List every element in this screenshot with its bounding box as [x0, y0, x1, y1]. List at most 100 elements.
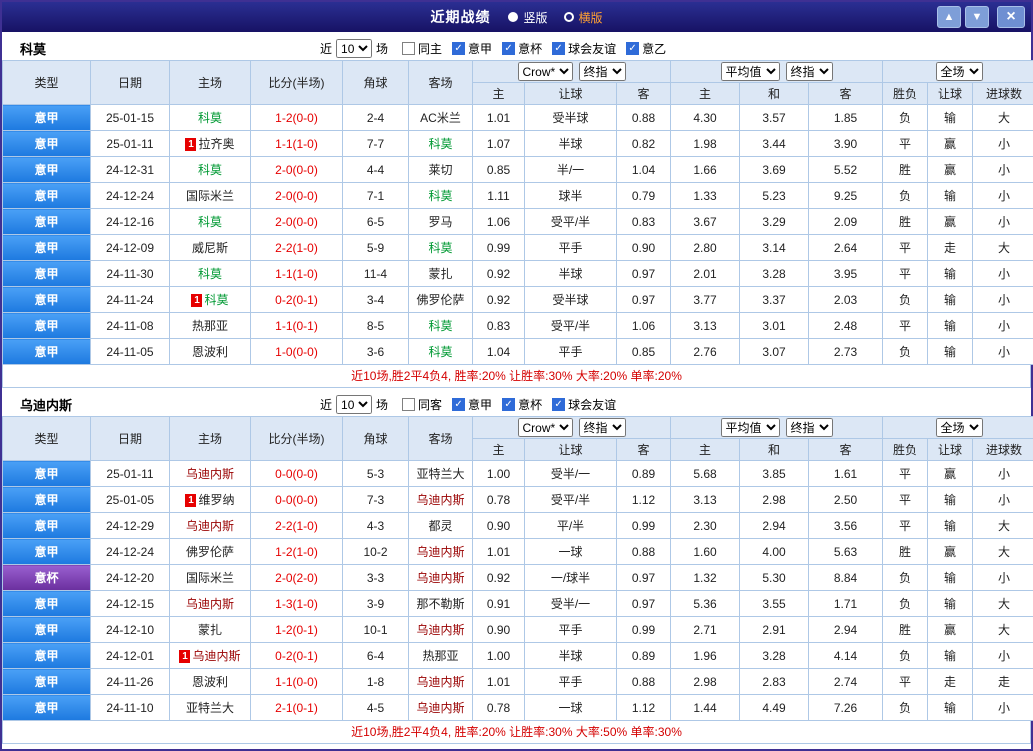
scroll-up-button[interactable]: ▲	[937, 6, 961, 28]
away-team-link[interactable]: 科莫	[428, 137, 452, 151]
away-team-link[interactable]: 那不勒斯	[416, 597, 464, 611]
home-team-cell[interactable]: 科莫	[170, 261, 251, 287]
home-team-link[interactable]: 科莫	[198, 163, 222, 177]
away-team-link[interactable]: 罗马	[428, 215, 452, 229]
checkbox-icon[interactable]: ✓	[626, 42, 639, 55]
home-team-link[interactable]: 恩波利	[192, 345, 228, 359]
home-team-link[interactable]: 佛罗伦萨	[186, 545, 234, 559]
away-team-cell[interactable]: 科莫	[409, 339, 473, 365]
final-index-select[interactable]: 终指	[579, 418, 626, 437]
away-team-link[interactable]: 热那亚	[422, 649, 458, 663]
away-team-cell[interactable]: 乌迪内斯	[409, 617, 473, 643]
away-team-cell[interactable]: 科莫	[409, 131, 473, 157]
away-team-link[interactable]: 乌迪内斯	[416, 623, 464, 637]
checkbox-icon[interactable]	[402, 398, 415, 411]
home-team-link[interactable]: 恩波利	[192, 675, 228, 689]
away-team-link[interactable]: 乌迪内斯	[416, 701, 464, 715]
home-team-cell[interactable]: 恩波利	[170, 669, 251, 695]
checkbox-icon[interactable]: ✓	[552, 42, 565, 55]
home-team-link[interactable]: 乌迪内斯	[192, 649, 240, 663]
match-count-select[interactable]: 10	[336, 395, 372, 414]
home-team-link[interactable]: 威尼斯	[192, 241, 228, 255]
home-team-link[interactable]: 亚特兰大	[186, 701, 234, 715]
away-team-cell[interactable]: 乌迪内斯	[409, 565, 473, 591]
away-team-cell[interactable]: 科莫	[409, 183, 473, 209]
average-select[interactable]: 平均值	[721, 62, 780, 81]
away-team-link[interactable]: 莱切	[428, 163, 452, 177]
home-team-cell[interactable]: 热那亚	[170, 313, 251, 339]
view-option-vertical[interactable]: 竖版	[508, 9, 547, 26]
away-team-link[interactable]: 佛罗伦萨	[416, 293, 464, 307]
home-team-link[interactable]: 乌迪内斯	[186, 519, 234, 533]
home-team-link[interactable]: 科莫	[198, 215, 222, 229]
bookmaker-select[interactable]: Crow*	[518, 62, 573, 81]
home-team-cell[interactable]: 蒙扎	[170, 617, 251, 643]
home-team-link[interactable]: 乌迪内斯	[186, 597, 234, 611]
avg-final-index-select[interactable]: 终指	[786, 62, 833, 81]
final-index-select[interactable]: 终指	[579, 62, 626, 81]
home-team-cell[interactable]: 科莫	[170, 209, 251, 235]
home-team-cell[interactable]: 1乌迪内斯	[170, 643, 251, 669]
away-team-link[interactable]: 亚特兰大	[416, 467, 464, 481]
filter-option[interactable]: ✓意杯	[502, 40, 542, 57]
view-option-horizontal[interactable]: 横版	[564, 9, 603, 26]
away-team-cell[interactable]: 乌迪内斯	[409, 539, 473, 565]
home-team-cell[interactable]: 科莫	[170, 105, 251, 131]
home-team-link[interactable]: 科莫	[198, 267, 222, 281]
filter-option[interactable]: ✓球会友谊	[552, 396, 616, 413]
away-team-cell[interactable]: AC米兰	[409, 105, 473, 131]
checkbox-icon[interactable]	[402, 42, 415, 55]
home-team-cell[interactable]: 1维罗纳	[170, 487, 251, 513]
bookmaker-select[interactable]: Crow*	[518, 418, 573, 437]
away-team-cell[interactable]: 罗马	[409, 209, 473, 235]
checkbox-icon[interactable]: ✓	[502, 42, 515, 55]
home-team-cell[interactable]: 1科莫	[170, 287, 251, 313]
away-team-link[interactable]: 科莫	[428, 345, 452, 359]
scope-select[interactable]: 全场	[936, 62, 983, 81]
away-team-cell[interactable]: 热那亚	[409, 643, 473, 669]
filter-option[interactable]: ✓意甲	[452, 40, 492, 57]
filter-option[interactable]: 同主	[402, 40, 442, 57]
home-team-cell[interactable]: 国际米兰	[170, 565, 251, 591]
match-count-select[interactable]: 10	[336, 39, 372, 58]
home-team-link[interactable]: 科莫	[204, 293, 228, 307]
filter-option[interactable]: ✓意乙	[626, 40, 666, 57]
home-team-link[interactable]: 蒙扎	[198, 623, 222, 637]
away-team-cell[interactable]: 乌迪内斯	[409, 487, 473, 513]
away-team-link[interactable]: AC米兰	[420, 111, 461, 125]
home-team-link[interactable]: 乌迪内斯	[186, 467, 234, 481]
checkbox-icon[interactable]: ✓	[452, 398, 465, 411]
home-team-cell[interactable]: 佛罗伦萨	[170, 539, 251, 565]
home-team-link[interactable]: 国际米兰	[186, 571, 234, 585]
home-team-link[interactable]: 维罗纳	[198, 493, 234, 507]
away-team-link[interactable]: 乌迪内斯	[416, 545, 464, 559]
away-team-cell[interactable]: 乌迪内斯	[409, 695, 473, 721]
average-select[interactable]: 平均值	[721, 418, 780, 437]
home-team-cell[interactable]: 国际米兰	[170, 183, 251, 209]
away-team-cell[interactable]: 蒙扎	[409, 261, 473, 287]
home-team-link[interactable]: 科莫	[198, 111, 222, 125]
home-team-link[interactable]: 拉齐奥	[198, 137, 234, 151]
away-team-cell[interactable]: 科莫	[409, 235, 473, 261]
home-team-cell[interactable]: 乌迪内斯	[170, 591, 251, 617]
away-team-cell[interactable]: 乌迪内斯	[409, 669, 473, 695]
away-team-cell[interactable]: 亚特兰大	[409, 461, 473, 487]
scroll-down-button[interactable]: ▼	[965, 6, 989, 28]
close-button[interactable]: ×	[997, 6, 1025, 28]
avg-final-index-select[interactable]: 终指	[786, 418, 833, 437]
away-team-cell[interactable]: 佛罗伦萨	[409, 287, 473, 313]
away-team-link[interactable]: 乌迪内斯	[416, 675, 464, 689]
away-team-cell[interactable]: 莱切	[409, 157, 473, 183]
checkbox-icon[interactable]: ✓	[502, 398, 515, 411]
away-team-link[interactable]: 科莫	[428, 241, 452, 255]
filter-option[interactable]: ✓意甲	[452, 396, 492, 413]
home-team-cell[interactable]: 乌迪内斯	[170, 461, 251, 487]
home-team-cell[interactable]: 恩波利	[170, 339, 251, 365]
away-team-link[interactable]: 乌迪内斯	[416, 493, 464, 507]
home-team-cell[interactable]: 威尼斯	[170, 235, 251, 261]
home-team-cell[interactable]: 亚特兰大	[170, 695, 251, 721]
home-team-link[interactable]: 国际米兰	[186, 189, 234, 203]
home-team-cell[interactable]: 1拉齐奥	[170, 131, 251, 157]
away-team-link[interactable]: 乌迪内斯	[416, 571, 464, 585]
filter-option[interactable]: 同客	[402, 396, 442, 413]
